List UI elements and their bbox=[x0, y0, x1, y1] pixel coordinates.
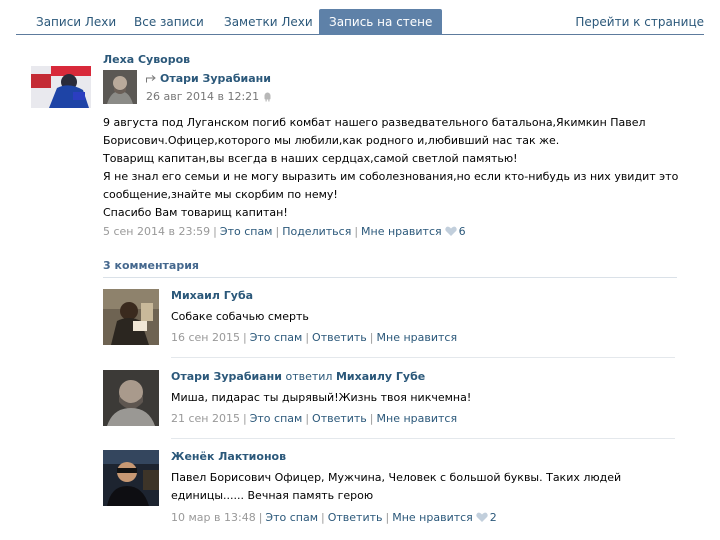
comment-author-row: Женёк Лактионов bbox=[171, 450, 286, 463]
like-link[interactable]: Мне нравится bbox=[377, 331, 458, 344]
separator: | bbox=[385, 511, 390, 524]
report-spam-link[interactable]: Это спам bbox=[250, 331, 303, 344]
comment-divider bbox=[171, 438, 675, 439]
like-count: 6 bbox=[458, 225, 466, 238]
post-footer: 5 сен 2014 в 23:59 | Это спам | Поделить… bbox=[103, 225, 466, 238]
comment-text-line: единицы...... Вечная память герою bbox=[171, 489, 374, 502]
comment-author-row: Михаил Губа bbox=[171, 289, 253, 302]
like-link[interactable]: Мне нравится bbox=[361, 225, 442, 238]
separator: | bbox=[213, 225, 217, 238]
comment-footer: 21 сен 2015 | Это спам | Ответить | Мне … bbox=[171, 412, 457, 425]
comment-text-line: Собаке собачью смерть bbox=[171, 310, 309, 323]
repost-arrow-icon bbox=[146, 75, 156, 83]
separator: | bbox=[354, 225, 359, 238]
reply-link[interactable]: Ответить bbox=[312, 412, 367, 425]
comment-item: Михаил Губа Собаке собачью смерть 16 сен… bbox=[103, 289, 677, 349]
post-author-name[interactable]: Леха Суворов bbox=[103, 53, 190, 66]
post-text-line: 9 августа под Луганском погиб комбат наш… bbox=[103, 116, 646, 129]
author-avatar[interactable] bbox=[31, 52, 91, 108]
reply-to-name[interactable]: Михаилу Губе bbox=[336, 370, 425, 383]
tab-wall-post[interactable]: Запись на стене bbox=[319, 9, 443, 35]
separator: | bbox=[369, 331, 374, 344]
comment-date[interactable]: 10 мар в 13:48 bbox=[171, 511, 256, 524]
comment-item: Отари Зурабиани ответил Михаилу Губе Миш… bbox=[103, 370, 677, 430]
like-link[interactable]: Мне нравится bbox=[377, 412, 458, 425]
go-to-page-link[interactable]: Перейти к странице bbox=[575, 10, 704, 34]
repost-date-row: 26 авг 2014 в 12:21 bbox=[146, 90, 272, 103]
comment-text: Собаке собачью смерть bbox=[171, 308, 671, 326]
comment-author-row: Отари Зурабиани ответил Михаилу Губе bbox=[171, 370, 425, 383]
separator: | bbox=[305, 412, 310, 425]
separator: | bbox=[243, 331, 247, 344]
like-link[interactable]: Мне нравится bbox=[392, 511, 473, 524]
separator: | bbox=[321, 511, 325, 524]
comment-footer: 16 сен 2015 | Это спам | Ответить | Мне … bbox=[171, 331, 457, 344]
comment-text-line: Миша, пидарас ты дырявый!Жизнь твоя никч… bbox=[171, 391, 472, 404]
comment-item: Женёк Лактионов Павел Борисович Офицер, … bbox=[103, 450, 677, 530]
comments-header: 3 комментария bbox=[103, 259, 677, 278]
comment-footer: 10 мар в 13:48 | Это спам | Ответить | М… bbox=[171, 511, 497, 524]
comment-author-name[interactable]: Отари Зурабиани bbox=[171, 370, 282, 383]
post-date[interactable]: 5 сен 2014 в 23:59 bbox=[103, 225, 210, 238]
post-text-line: Я не знал его семьи и не могу выразить и… bbox=[103, 170, 679, 183]
separator: | bbox=[305, 331, 310, 344]
repost-author-name[interactable]: Отари Зурабиани bbox=[160, 72, 271, 85]
commenter-avatar[interactable] bbox=[103, 450, 159, 506]
post-text-line: Товарищ капитан,вы всегда в наших сердца… bbox=[103, 152, 518, 165]
comment-divider bbox=[171, 357, 675, 358]
repost-author-avatar[interactable] bbox=[103, 70, 137, 104]
post-text: 9 августа под Луганском погиб комбат наш… bbox=[103, 114, 683, 222]
like-count: 2 bbox=[489, 511, 497, 524]
tab-all-posts[interactable]: Все записи bbox=[134, 10, 204, 34]
heart-icon[interactable] bbox=[476, 512, 488, 523]
reply-link[interactable]: Ответить bbox=[312, 331, 367, 344]
separator: | bbox=[275, 225, 280, 238]
heart-icon[interactable] bbox=[444, 226, 457, 237]
repost-line: Отари Зурабиани bbox=[146, 72, 271, 85]
comment-author-name[interactable]: Михаил Губа bbox=[171, 289, 253, 302]
reply-indicator: ответил bbox=[285, 370, 333, 383]
separator: | bbox=[243, 412, 247, 425]
tab-lekha-notes[interactable]: Заметки Лехи bbox=[224, 10, 313, 34]
wall-tabs: Записи Лехи Все записи Заметки Лехи Запи… bbox=[16, 8, 704, 35]
share-link[interactable]: Поделиться bbox=[282, 225, 351, 238]
separator: | bbox=[369, 412, 374, 425]
comment-text: Павел Борисович Офицер, Мужчина, Человек… bbox=[171, 469, 671, 505]
post-text-line: Борисович.Офицер,которого мы любили,как … bbox=[103, 134, 560, 147]
comment-text: Миша, пидарас ты дырявый!Жизнь твоя никч… bbox=[171, 389, 671, 407]
post-text-line: Спасибо Вам товарищ капитан! bbox=[103, 206, 288, 219]
commenter-avatar[interactable] bbox=[103, 370, 159, 426]
comment-date[interactable]: 16 сен 2015 bbox=[171, 331, 240, 344]
android-icon bbox=[264, 92, 271, 102]
repost-date[interactable]: 26 авг 2014 в 12:21 bbox=[146, 90, 259, 103]
tab-lekha-posts[interactable]: Записи Лехи bbox=[36, 10, 116, 34]
report-spam-link[interactable]: Это спам bbox=[220, 225, 273, 238]
separator: | bbox=[258, 511, 263, 524]
reply-link[interactable]: Ответить bbox=[328, 511, 383, 524]
comment-text-line: Павел Борисович Офицер, Мужчина, Человек… bbox=[171, 471, 622, 484]
commenter-avatar[interactable] bbox=[103, 289, 159, 345]
post-text-line: сообщение,знайте мы скорбим по нему! bbox=[103, 188, 338, 201]
report-spam-link[interactable]: Это спам bbox=[250, 412, 303, 425]
comment-author-name[interactable]: Женёк Лактионов bbox=[171, 450, 286, 463]
comment-date[interactable]: 21 сен 2015 bbox=[171, 412, 240, 425]
report-spam-link[interactable]: Это спам bbox=[265, 511, 318, 524]
